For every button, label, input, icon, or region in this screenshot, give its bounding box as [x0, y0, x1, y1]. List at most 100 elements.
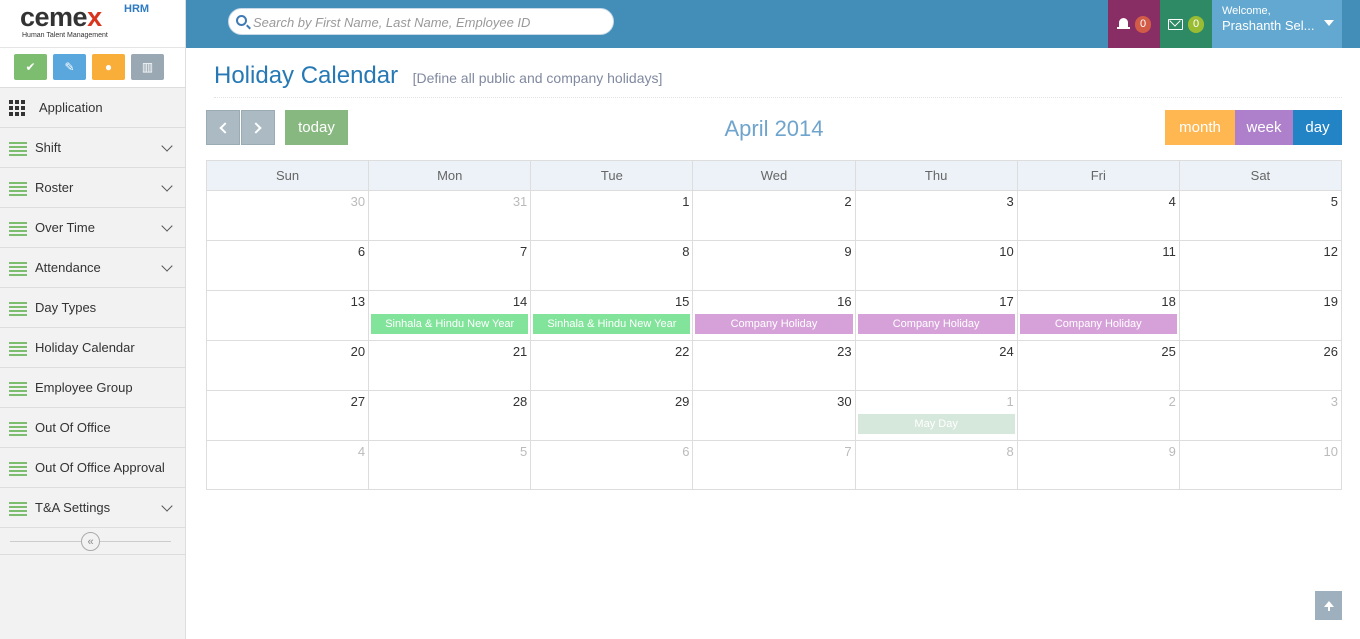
page-header: Holiday Calendar [Define all public and …: [214, 62, 1342, 98]
tasks-button[interactable]: ✔: [14, 54, 47, 80]
calendar-day-cell[interactable]: 23: [693, 341, 856, 390]
sidebar-item-out-of-office[interactable]: Out Of Office: [0, 408, 185, 448]
list-icon: [9, 221, 27, 236]
calendar-day-cell[interactable]: 11: [1018, 241, 1180, 290]
sidebar-item-label: Roster: [35, 180, 74, 195]
messages-button[interactable]: 0: [1160, 0, 1212, 48]
logo[interactable]: cemex HRM Human Talent Management: [0, 0, 185, 48]
search-box[interactable]: [228, 8, 614, 35]
prev-month-button[interactable]: [206, 110, 240, 145]
calendar-day-cell[interactable]: 4: [207, 441, 370, 489]
day-number: 22: [674, 344, 690, 359]
sidebar-item-day-types[interactable]: Day Types: [0, 288, 185, 328]
day-number: 1: [682, 194, 690, 209]
employee-search-input[interactable]: [253, 12, 603, 32]
calendar-day-cell[interactable]: 26: [1180, 341, 1341, 390]
calendar-day-cell[interactable]: 8: [856, 441, 1018, 489]
calendar-day-cell[interactable]: 7: [693, 441, 856, 489]
weekday-label: Mon: [369, 161, 532, 190]
month-view-button[interactable]: month: [1165, 110, 1235, 145]
sidebar: cemex HRM Human Talent Management ✔ ✎ ● …: [0, 0, 186, 639]
holiday-event[interactable]: Company Holiday: [695, 314, 853, 334]
chart-icon: ▥: [141, 60, 154, 74]
bell-icon: [1117, 17, 1130, 31]
calendar-day-cell[interactable]: 16 Company Holiday: [693, 291, 856, 340]
calendar-day-cell[interactable]: 25: [1018, 341, 1180, 390]
calendar-day-cell[interactable]: 31: [369, 191, 532, 240]
calendar-day-cell[interactable]: 28: [369, 391, 532, 440]
calendar-day-cell[interactable]: 5: [1180, 191, 1341, 240]
day-number: 9: [1168, 444, 1176, 459]
search-icon: [236, 15, 247, 26]
calendar-day-cell[interactable]: 2: [693, 191, 856, 240]
calendar-day-cell[interactable]: 27: [207, 391, 370, 440]
day-number: 31: [512, 194, 528, 209]
week-view-button[interactable]: week: [1235, 110, 1293, 145]
calendar-week-row: 20 21 22 23 24 25 26: [207, 341, 1341, 391]
calendar-day-cell[interactable]: 20: [207, 341, 370, 390]
calendar-day-cell[interactable]: 24: [856, 341, 1018, 390]
holiday-event[interactable]: May Day: [857, 414, 1015, 434]
calendar-day-cell[interactable]: 10: [856, 241, 1018, 290]
sidebar-item-attendance[interactable]: Attendance: [0, 248, 185, 288]
edit-button[interactable]: ✎: [53, 54, 86, 80]
calendar-day-cell[interactable]: 3: [856, 191, 1018, 240]
day-number: 21: [512, 344, 528, 359]
top-navbar: 0 0 Welcome, Prashanth Sel...: [186, 0, 1360, 48]
calendar-day-cell[interactable]: 13: [207, 291, 370, 340]
calendar-day-cell[interactable]: 9: [693, 241, 856, 290]
day-number: 8: [682, 244, 690, 259]
sidebar-item-application[interactable]: Application: [0, 88, 185, 128]
profile-button[interactable]: ●: [92, 54, 125, 80]
calendar-day-cell[interactable]: 5: [369, 441, 532, 489]
calendar-week-row: 30 31 1 2 3 4 5: [207, 191, 1341, 241]
sidebar-item-roster[interactable]: Roster: [0, 168, 185, 208]
holiday-event[interactable]: Company Holiday: [857, 314, 1015, 334]
calendar-day-cell[interactable]: 4: [1018, 191, 1180, 240]
calendar-day-cell[interactable]: 6: [207, 241, 370, 290]
holiday-event[interactable]: Sinhala & Hindu New Year: [371, 314, 529, 334]
quick-actions: ✔ ✎ ● ▥: [0, 48, 185, 88]
calendar-day-cell[interactable]: 10: [1180, 441, 1341, 489]
day-number: 28: [512, 394, 528, 409]
calendar-day-cell[interactable]: 1 May Day: [856, 391, 1018, 440]
scroll-to-top-button[interactable]: [1315, 591, 1342, 620]
calendar-day-cell[interactable]: 15 Sinhala & Hindu New Year: [531, 291, 694, 340]
sidebar-item-employee-group[interactable]: Employee Group: [0, 368, 185, 408]
notifications-button[interactable]: 0: [1108, 0, 1160, 48]
messages-badge: 0: [1188, 15, 1204, 33]
sidebar-item-holiday-calendar[interactable]: Holiday Calendar: [0, 328, 185, 368]
calendar-day-cell[interactable]: 6: [531, 441, 694, 489]
holiday-event[interactable]: Sinhala & Hindu New Year: [533, 314, 691, 334]
holiday-event[interactable]: Company Holiday: [1019, 314, 1177, 334]
calendar-day-cell[interactable]: 8: [531, 241, 694, 290]
day-number: 5: [520, 444, 528, 459]
sidebar-item-shift[interactable]: Shift: [0, 128, 185, 168]
calendar-day-cell[interactable]: 7: [369, 241, 532, 290]
sidebar-item-t-a-settings[interactable]: T&A Settings: [0, 488, 185, 528]
reports-button[interactable]: ▥: [131, 54, 164, 80]
calendar-day-cell[interactable]: 30: [207, 191, 370, 240]
calendar-day-cell[interactable]: 2: [1018, 391, 1180, 440]
calendar-day-cell[interactable]: 22: [531, 341, 694, 390]
list-icon: [9, 461, 27, 476]
collapse-sidebar-button[interactable]: «: [81, 532, 100, 551]
calendar-day-cell[interactable]: 3: [1180, 391, 1341, 440]
calendar-day-cell[interactable]: 29: [531, 391, 694, 440]
day-view-button[interactable]: day: [1293, 110, 1342, 145]
calendar-day-cell[interactable]: 9: [1018, 441, 1180, 489]
calendar-day-cell[interactable]: 19: [1180, 291, 1341, 340]
calendar-day-cell[interactable]: 1: [531, 191, 694, 240]
today-button[interactable]: today: [285, 110, 348, 145]
sidebar-item-label: Out Of Office: [35, 420, 111, 435]
calendar-day-cell[interactable]: 30: [693, 391, 856, 440]
calendar-day-cell[interactable]: 14 Sinhala & Hindu New Year: [369, 291, 532, 340]
calendar-day-cell[interactable]: 18 Company Holiday: [1018, 291, 1180, 340]
calendar-day-cell[interactable]: 21: [369, 341, 532, 390]
calendar-day-cell[interactable]: 12: [1180, 241, 1341, 290]
sidebar-item-over-time[interactable]: Over Time: [0, 208, 185, 248]
sidebar-item-out-of-office-approval[interactable]: Out Of Office Approval: [0, 448, 185, 488]
next-month-button[interactable]: [241, 110, 275, 145]
user-menu[interactable]: Welcome, Prashanth Sel...: [1212, 0, 1342, 48]
calendar-day-cell[interactable]: 17 Company Holiday: [856, 291, 1018, 340]
